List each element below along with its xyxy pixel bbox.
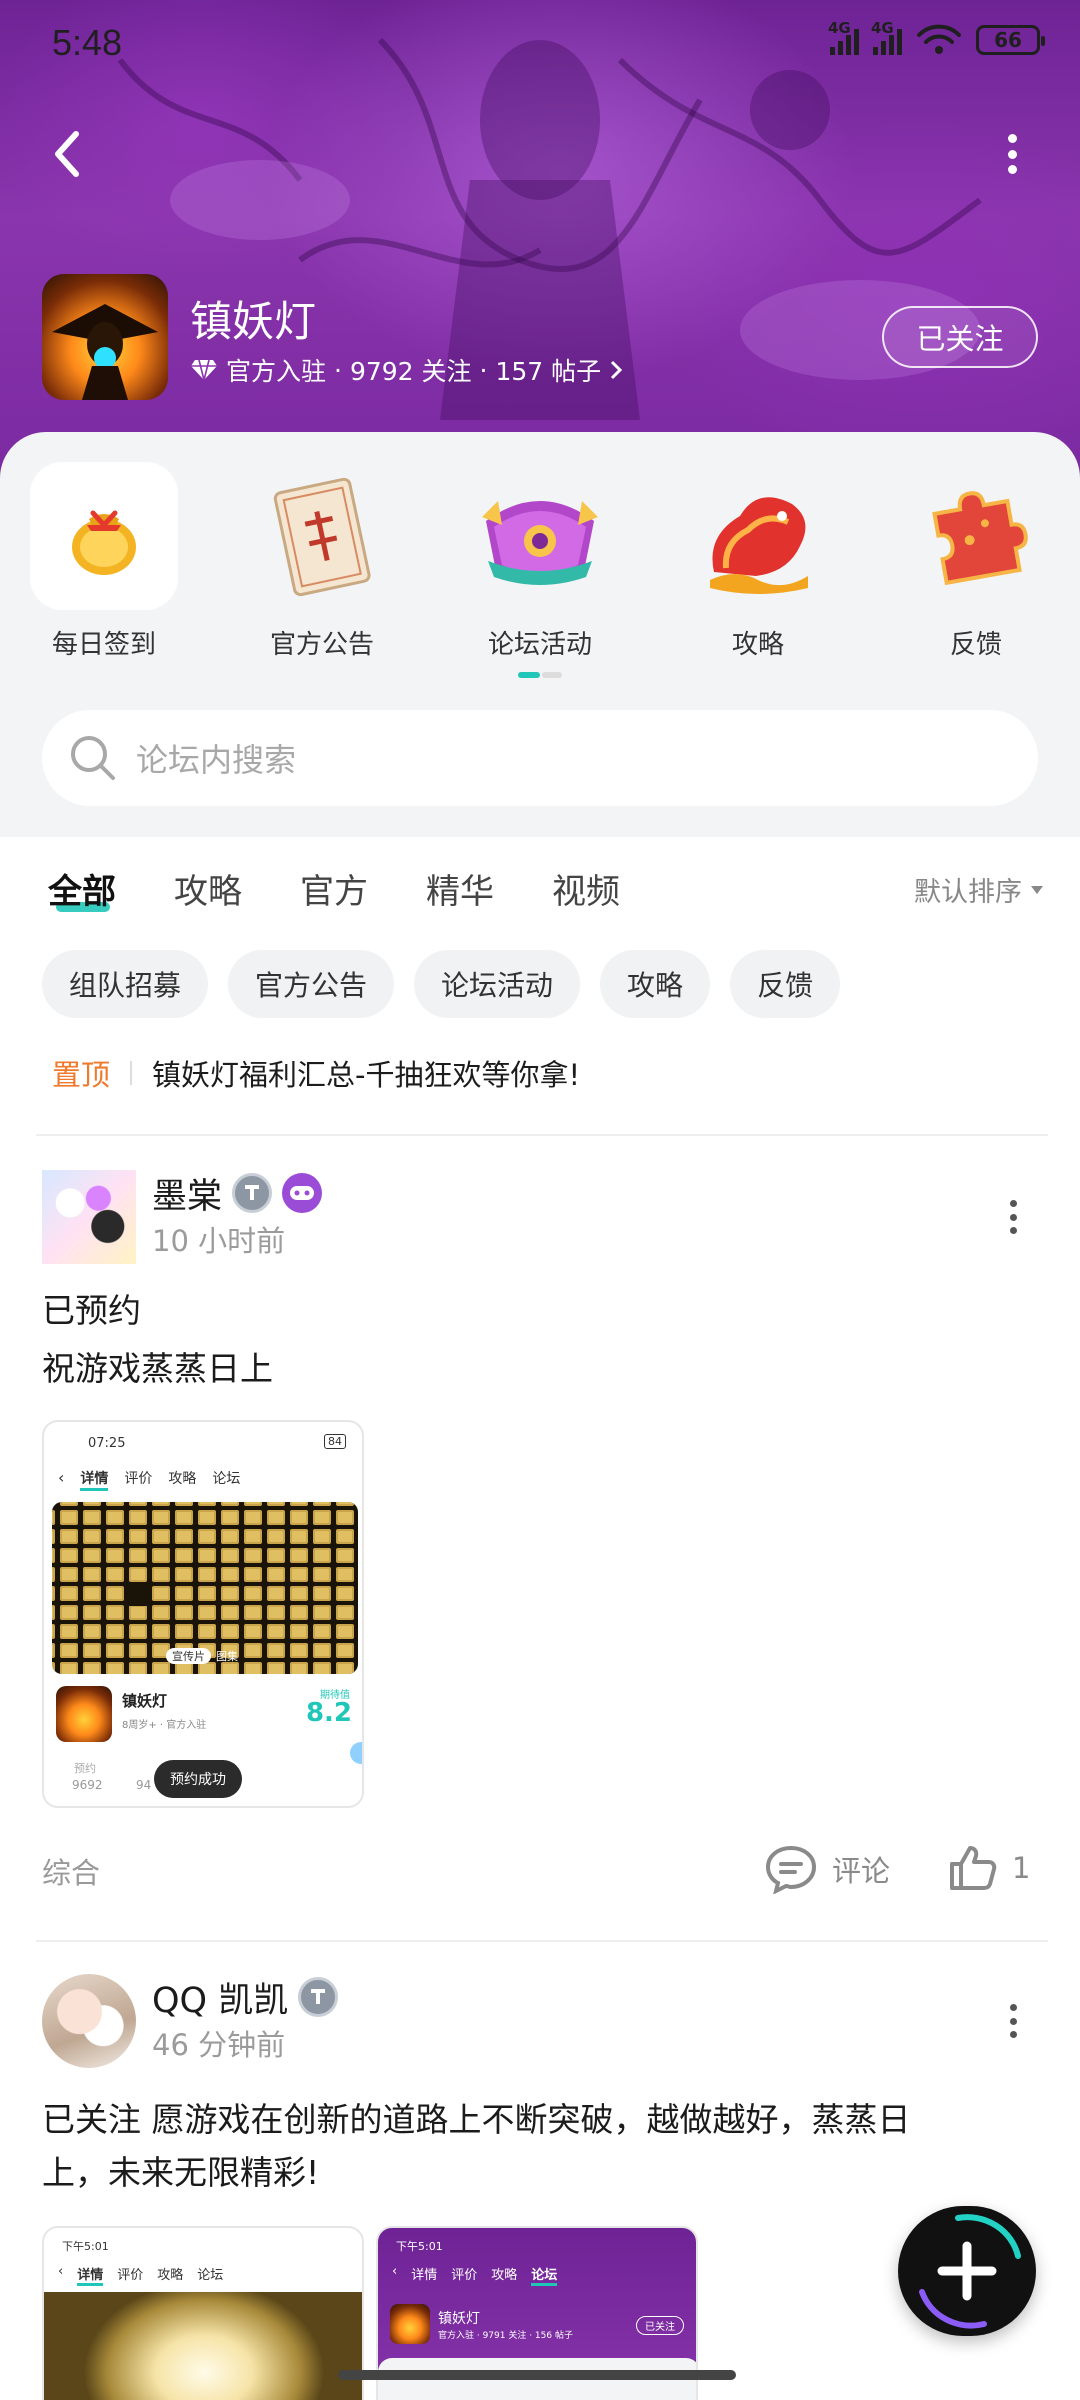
post-time: 10 小时前: [152, 1224, 286, 1258]
chip-forum-activity[interactable]: 论坛活动: [414, 950, 581, 1018]
cell-signal-icon: 4G: [828, 19, 859, 55]
avatar[interactable]: [42, 1974, 136, 2068]
tab-all[interactable]: 全部: [48, 864, 116, 913]
search-input[interactable]: 论坛内搜索: [42, 710, 1038, 806]
filter-chips: 组队招募 官方公告 论坛活动 攻略 反馈: [42, 950, 841, 1018]
back-button[interactable]: [44, 124, 94, 184]
sort-dropdown[interactable]: 默认排序: [914, 870, 1044, 909]
official-label: 官方入驻: [226, 357, 327, 386]
lucky-bag-icon: [30, 462, 178, 610]
post-author[interactable]: 墨棠 10 小时前: [42, 1170, 323, 1264]
author-name: QQ 凯凯: [152, 1980, 289, 2021]
followers-count: 9792 关注: [349, 357, 472, 386]
tab-featured[interactable]: 精华: [426, 864, 494, 913]
search-placeholder: 论坛内搜索: [136, 741, 297, 779]
game-banner: 5:48 4G 4G 66 镇妖灯 官方入驻 · 9792 关注 · 157 帖…: [0, 0, 1080, 480]
chip-team-recruit[interactable]: 组队招募: [42, 950, 209, 1018]
pinned-title: 镇妖灯福利汇总-千抽狂欢等你拿!: [152, 1058, 581, 1092]
pinned-post[interactable]: 置顶 镇妖灯福利汇总-千抽狂欢等你拿!: [52, 1052, 580, 1094]
level-badge-icon: [298, 1977, 339, 2017]
like-count: 1: [1012, 1851, 1031, 1885]
chip-guides[interactable]: 攻略: [600, 950, 711, 1018]
post-author[interactable]: QQ 凯凯 46 分钟前: [42, 1974, 339, 2068]
chip-announcement[interactable]: 官方公告: [228, 950, 395, 1018]
comment-icon: [765, 1845, 817, 1894]
post-image[interactable]: 07:25 84 ‹ 详情 评价 攻略 论坛 宣传片 图集 镇妖灯 8周岁+ ·…: [42, 1420, 364, 1808]
plus-icon: [919, 2214, 1021, 2329]
post-footer: 综合 评论 1: [42, 1838, 1038, 1898]
follow-button[interactable]: 已关注: [882, 306, 1038, 368]
post-content[interactable]: 已关注 愿游戏在创新的道路上不断突破，越做越好，蒸蒸日 上，未来无限精彩!: [42, 2093, 911, 2199]
chevron-right-icon: [611, 360, 623, 380]
post-time: 46 分钟前: [152, 2028, 286, 2062]
divider: [36, 1940, 1048, 1942]
tab-official[interactable]: 官方: [300, 864, 368, 913]
thumbs-up-icon: [950, 1846, 997, 1890]
wifi-icon: [917, 24, 961, 54]
post-category[interactable]: 综合: [42, 1850, 100, 1892]
treasure-chest-icon: [466, 462, 614, 610]
game-title: 镇妖灯: [190, 297, 317, 346]
pinned-tag: 置顶: [52, 1058, 111, 1092]
like-button[interactable]: 1: [948, 1844, 1030, 1892]
divider: [36, 1134, 1048, 1136]
scroll-icon: [248, 462, 396, 610]
post-more-button[interactable]: [1008, 2004, 1018, 2038]
promo-video-thumbnail: 宣传片 图集: [52, 1502, 358, 1674]
post-content[interactable]: 已预约 祝游戏蒸蒸日上: [42, 1282, 273, 1398]
caret-down-icon: [1031, 885, 1043, 894]
quick-entry-announcement[interactable]: 官方公告: [248, 462, 396, 661]
more-options-button[interactable]: [1000, 134, 1024, 174]
gamepad-badge-icon: [282, 1173, 323, 1213]
quick-entry-forum-activity[interactable]: 论坛活动: [466, 462, 614, 661]
post-image[interactable]: 下午5:01 ‹ 详情 评价 攻略 论坛: [42, 2226, 364, 2400]
quick-entry-feedback[interactable]: 反馈: [902, 462, 1050, 661]
tab-video[interactable]: 视频: [552, 864, 620, 913]
post-more-button[interactable]: [1008, 1200, 1018, 1234]
avatar[interactable]: [42, 1170, 136, 1264]
diamond-icon: [191, 359, 217, 381]
feed-tabs: 全部 攻略 官方 精华 视频 默认排序: [0, 838, 1080, 948]
game-icon: [42, 274, 168, 400]
level-badge-icon: [232, 1173, 273, 1213]
status-bar: 5:48 4G 4G 66: [0, 0, 1080, 90]
cell-signal-icon-2: 4G: [871, 19, 902, 55]
chip-feedback[interactable]: 反馈: [730, 950, 841, 1018]
tab-guides[interactable]: 攻略: [174, 864, 242, 913]
comment-button[interactable]: 评论: [764, 1844, 890, 1894]
create-post-button[interactable]: [898, 2206, 1036, 2336]
home-indicator[interactable]: [338, 2370, 736, 2380]
quick-entry-daily-signin[interactable]: 每日签到: [30, 462, 178, 661]
quick-entries-panel: 每日签到 官方公告 论坛活动 攻略 反馈 论坛内搜索: [0, 432, 1080, 837]
quick-entry-guides[interactable]: 攻略: [684, 462, 832, 661]
dragon-icon: [684, 462, 832, 610]
carousel-indicator: [518, 672, 562, 678]
battery-icon: 66: [976, 25, 1045, 55]
posts-count: 157 帖子: [495, 357, 602, 386]
status-time: 5:48: [52, 22, 123, 63]
author-name: 墨棠: [152, 1176, 223, 1217]
search-icon: [71, 736, 115, 780]
game-meta[interactable]: 官方入驻 · 9792 关注 · 157 帖子: [190, 352, 623, 388]
puzzle-icon: [902, 462, 1050, 610]
